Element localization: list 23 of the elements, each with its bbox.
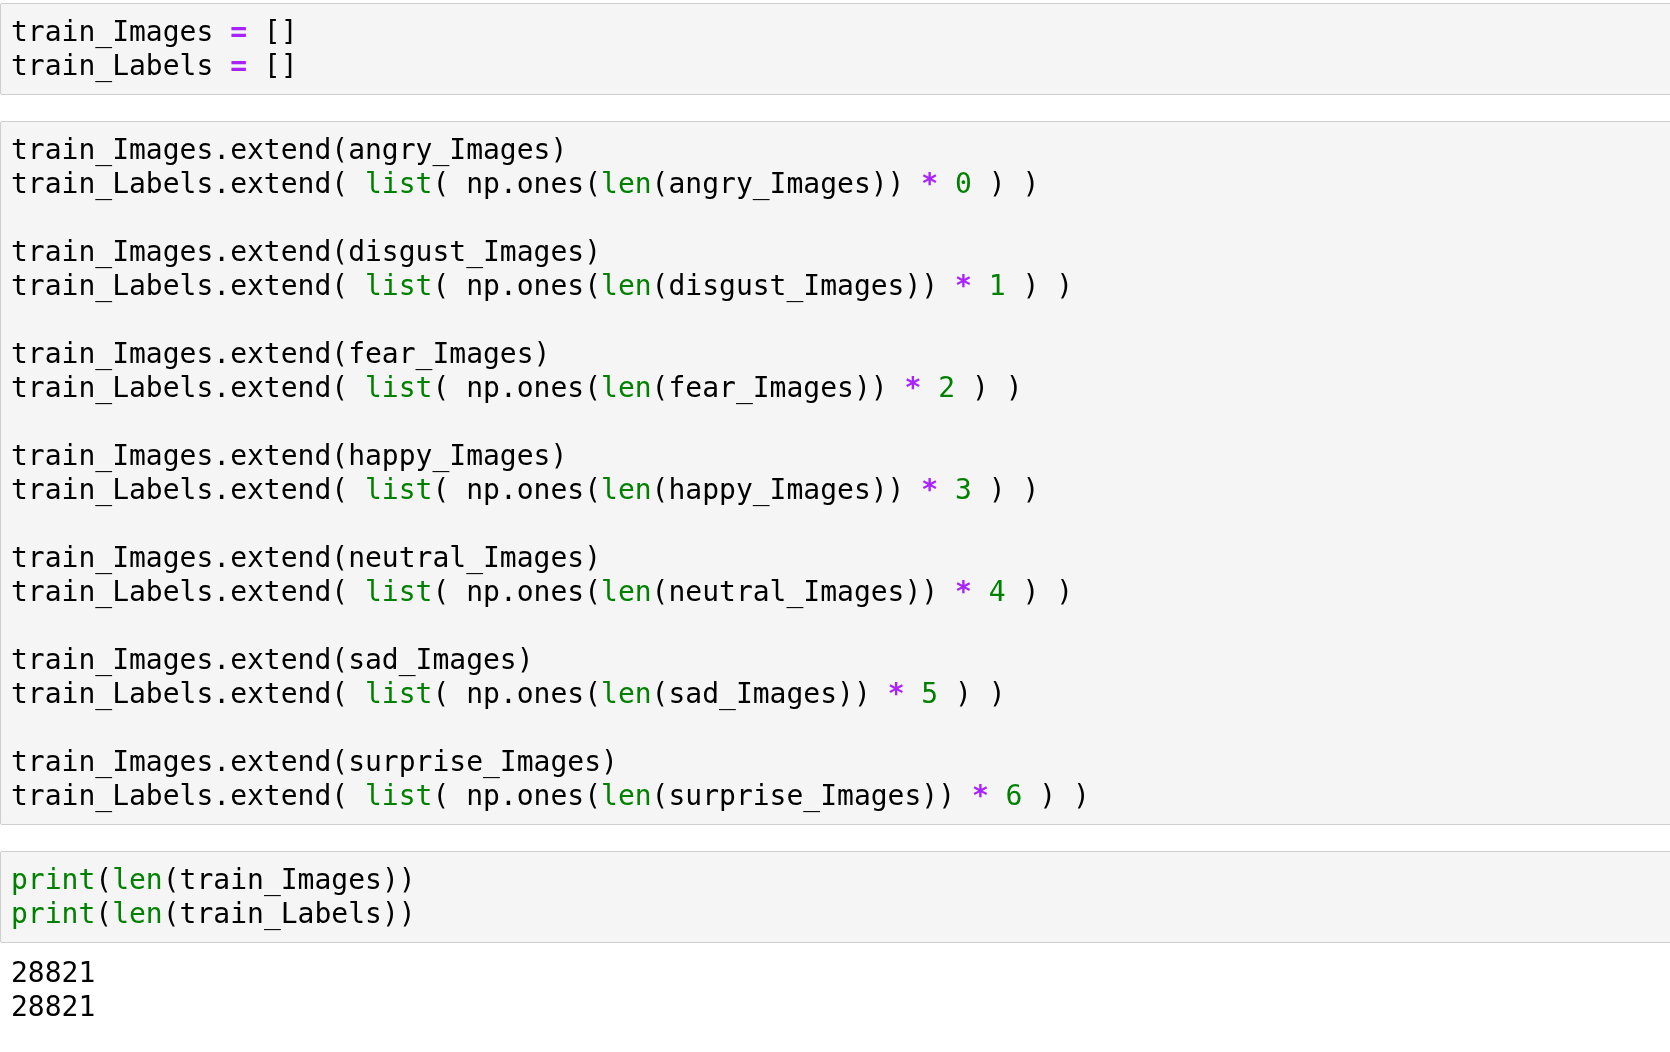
code-line: print(len(train_Labels)) [11, 897, 417, 931]
code-line: train_Labels.extend( list( np.ones(len(sad_Images)) * 5 ) ) [11, 677, 1007, 711]
code-line: train_Labels.extend( list( np.ones(len(disgust_Images)) * 1 ) ) [11, 269, 1075, 303]
code-cell[interactable]: print(len(train_Images)) print(len(train_Labels)) [0, 851, 1670, 943]
output-line: 28821 [11, 990, 97, 1024]
code-line: train_Labels.extend( list( np.ones(len(angry_Images)) * 0 ) ) [11, 167, 1041, 201]
code-line: train_Images = [] [11, 15, 299, 49]
code-line: train_Labels = [] [11, 49, 299, 83]
code-line: train_Images.extend(angry_Images) [11, 133, 569, 167]
code-line: train_Images.extend(disgust_Images) [11, 235, 602, 269]
code-cell[interactable] [0, 121, 1670, 825]
code-line: train_Images.extend(surprise_Images) [11, 745, 619, 779]
code-line: train_Images.extend(sad_Images) [11, 643, 535, 677]
code-line: train_Images.extend(happy_Images) [11, 439, 569, 473]
code-line: train_Labels.extend( list( np.ones(len(neutral_Images)) * 4 ) ) [11, 575, 1075, 609]
code-cell[interactable]: train_Images = [] train_Labels = [] [0, 3, 1670, 95]
code-line: print(len(train_Images)) [11, 863, 417, 897]
code-line: train_Images.extend(neutral_Images) [11, 541, 602, 575]
code-line: train_Labels.extend( list( np.ones(len(fear_Images)) * 2 ) ) [11, 371, 1024, 405]
code-line: train_Labels.extend( list( np.ones(len(surprise_Images)) * 6 ) ) [11, 779, 1091, 813]
output-line: 28821 [11, 956, 97, 990]
code-line: train_Images.extend(fear_Images) [11, 337, 552, 371]
code-line: train_Labels.extend( list( np.ones(len(happy_Images)) * 3 ) ) [11, 473, 1041, 507]
